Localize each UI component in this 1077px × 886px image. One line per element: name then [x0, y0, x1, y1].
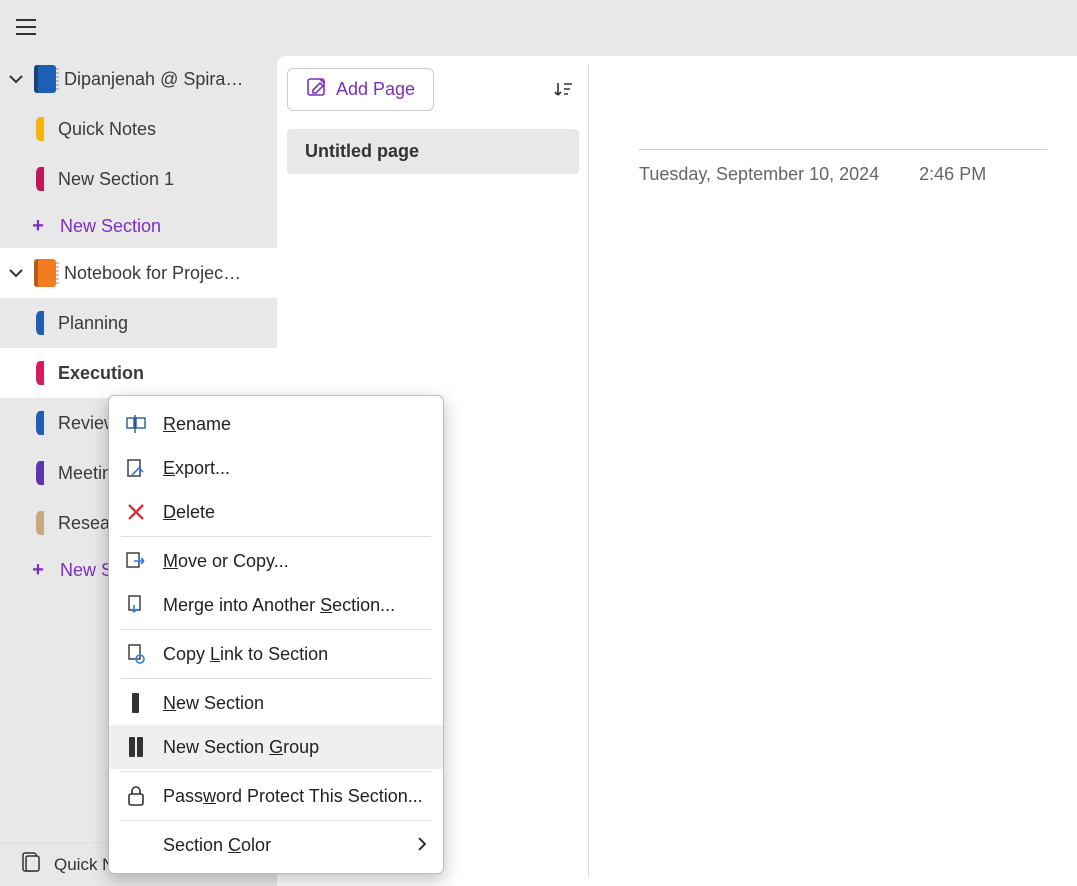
note-title-input[interactable]	[639, 80, 1047, 150]
section-label: Execution	[58, 363, 144, 384]
context-menu-label: New Section Group	[163, 737, 319, 758]
context-menu-item[interactable]: Rename	[109, 402, 443, 446]
section-color-chip	[36, 311, 44, 335]
chevron-right-icon	[417, 835, 427, 856]
section-icon	[125, 692, 147, 714]
section-color-chip	[36, 117, 44, 141]
context-menu-item[interactable]: Merge into Another Section...	[109, 583, 443, 627]
section-group-icon	[125, 736, 147, 758]
plus-icon: +	[30, 559, 46, 582]
page-icon	[22, 852, 40, 877]
page-list-item[interactable]: Untitled page	[287, 129, 579, 174]
panel-divider	[588, 64, 589, 878]
notebook-row[interactable]: Notebook for Project A	[0, 248, 277, 298]
context-menu-item[interactable]: Export...	[109, 446, 443, 490]
context-menu-item[interactable]: Copy Link to Section	[109, 632, 443, 676]
context-menu-label: Delete	[163, 502, 215, 523]
add-page-icon	[306, 77, 326, 102]
notebook-label: Dipanjenah @ Spiral…	[64, 69, 244, 90]
section-row[interactable]: Planning	[0, 298, 277, 348]
note-time: 2:46 PM	[919, 164, 986, 185]
context-menu-item[interactable]: New Section	[109, 681, 443, 725]
context-menu-item[interactable]: New Section Group	[109, 725, 443, 769]
plus-icon: +	[30, 215, 46, 238]
section-label: Planning	[58, 313, 128, 334]
section-context-menu: Rename Export... Delete Move or Copy... …	[108, 395, 444, 874]
section-label: New Section 1	[58, 169, 174, 190]
context-menu-separator	[121, 629, 431, 630]
move-icon	[125, 552, 147, 570]
notebook-icon	[34, 259, 56, 287]
context-menu-item[interactable]: Delete	[109, 490, 443, 534]
context-menu-label: New Section	[163, 693, 264, 714]
title-bar	[0, 0, 1077, 54]
context-menu-separator	[121, 678, 431, 679]
context-menu-item[interactable]: Password Protect This Section...	[109, 774, 443, 818]
context-menu-separator	[121, 820, 431, 821]
context-menu-label: Rename	[163, 414, 231, 435]
context-menu-item[interactable]: Section Color	[109, 823, 443, 867]
merge-icon	[125, 595, 147, 615]
context-menu-label: Merge into Another Section...	[163, 595, 395, 616]
note-date: Tuesday, September 10, 2024	[639, 164, 879, 185]
note-canvas[interactable]: Tuesday, September 10, 2024 2:46 PM	[589, 56, 1077, 886]
context-menu-label: Export...	[163, 458, 230, 479]
context-menu-separator	[121, 536, 431, 537]
link-icon	[125, 644, 147, 664]
section-color-chip	[36, 511, 44, 535]
notebook-label: Notebook for Project A	[64, 263, 244, 284]
section-color-chip	[36, 411, 44, 435]
section-row[interactable]: Quick Notes	[0, 104, 277, 154]
add-section-label: New Section	[60, 216, 161, 237]
add-page-label: Add Page	[336, 79, 415, 100]
section-color-chip	[36, 361, 44, 385]
section-color-chip	[36, 461, 44, 485]
hamburger-menu-button[interactable]	[10, 11, 42, 43]
delete-icon	[125, 503, 147, 521]
section-row[interactable]: Execution	[0, 348, 277, 398]
add-page-button[interactable]: Add Page	[287, 68, 434, 111]
context-menu-separator	[121, 771, 431, 772]
chevron-down-icon	[6, 268, 26, 278]
context-menu-label: Copy Link to Section	[163, 644, 328, 665]
notebook-row[interactable]: Dipanjenah @ Spiral…	[0, 54, 277, 104]
context-menu-label: Move or Copy...	[163, 551, 289, 572]
notebook-icon	[34, 65, 56, 93]
section-color-chip	[36, 167, 44, 191]
context-menu-item[interactable]: Move or Copy...	[109, 539, 443, 583]
lock-icon	[125, 786, 147, 806]
context-menu-label: Password Protect This Section...	[163, 786, 423, 807]
add-section-button[interactable]: + New Section	[0, 204, 277, 248]
section-row[interactable]: New Section 1	[0, 154, 277, 204]
rename-icon	[125, 415, 147, 433]
chevron-down-icon	[6, 74, 26, 84]
section-label: Quick Notes	[58, 119, 156, 140]
context-menu-label: Section Color	[163, 835, 271, 856]
sort-pages-button[interactable]	[547, 74, 579, 106]
export-icon	[125, 458, 147, 478]
